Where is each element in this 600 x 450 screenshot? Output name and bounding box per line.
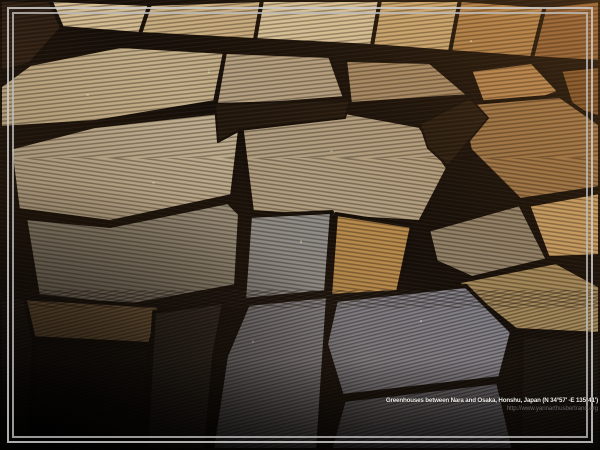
aerial-photo xyxy=(0,0,600,450)
photo-caption-title: Greenhouses between Nara and Osaka, Hons… xyxy=(386,397,598,404)
photo-caption-url: http://www.yannarthusbertrand.org xyxy=(386,405,598,412)
photo-caption: Greenhouses between Nara and Osaka, Hons… xyxy=(386,397,598,412)
wallpaper-stage: Greenhouses between Nara and Osaka, Hons… xyxy=(0,0,600,450)
